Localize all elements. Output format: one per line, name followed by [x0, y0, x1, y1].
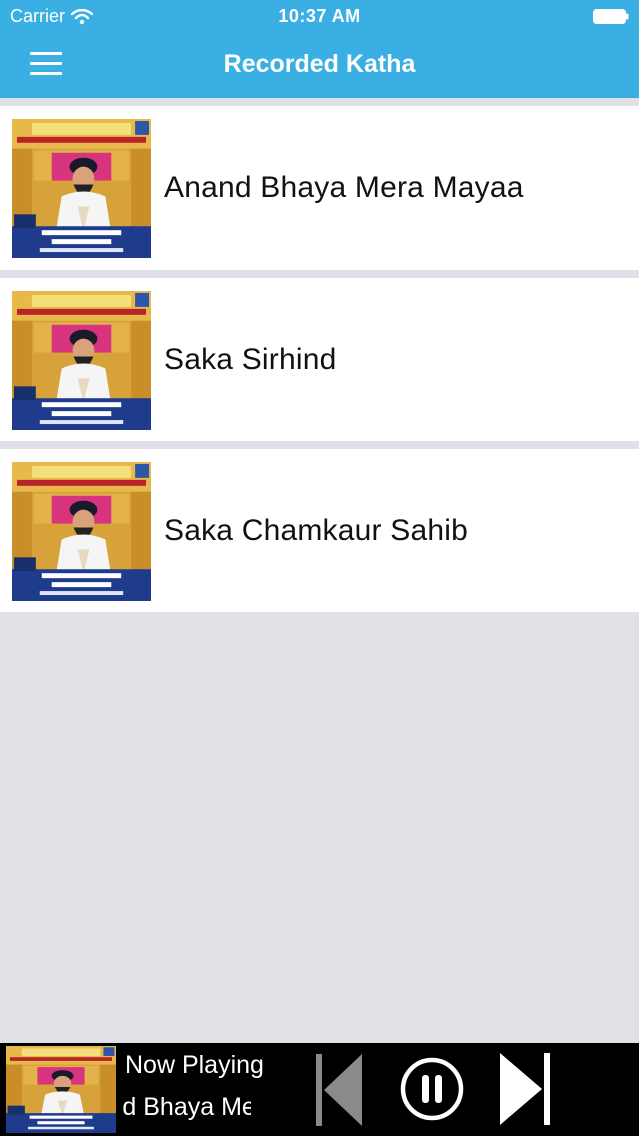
katha-thumbnail	[12, 119, 151, 258]
app-header: Carrier 10:37 AM Recorded Katha	[0, 0, 639, 98]
now-playing-thumbnail	[6, 1046, 116, 1133]
previous-track-icon	[316, 1054, 362, 1126]
page-title: Recorded Katha	[223, 50, 416, 78]
list-item[interactable]: Saka Chamkaur Sahib	[0, 449, 639, 612]
list-item-title: Anand Bhaya Mera Mayaa	[164, 171, 524, 204]
katha-list: Anand Bhaya Mera Mayaa Saka Sirhind Saka…	[0, 106, 639, 620]
next-track-icon	[500, 1053, 550, 1125]
now-playing-track-text: Anand Bhaya Mera Mayaa	[123, 1093, 251, 1121]
now-playing-bar: Now Playing Anand Bhaya Mera Mayaa	[0, 1043, 639, 1136]
battery-icon	[593, 9, 629, 24]
previous-track-button[interactable]	[314, 1052, 366, 1128]
status-time: 10:37 AM	[278, 6, 361, 26]
list-item[interactable]: Saka Sirhind	[0, 278, 639, 441]
now-playing-label: Now Playing	[125, 1051, 264, 1079]
list-item-title: Saka Sirhind	[164, 342, 337, 376]
next-track-button[interactable]	[498, 1049, 554, 1129]
list-item[interactable]: Anand Bhaya Mera Mayaa	[0, 106, 639, 270]
pause-button[interactable]	[399, 1056, 465, 1122]
list-item-title: Saka Chamkaur Sahib	[164, 513, 468, 547]
katha-thumbnail	[12, 291, 151, 430]
pause-icon	[400, 1057, 464, 1121]
katha-thumbnail	[12, 462, 151, 601]
now-playing-track: Anand Bhaya Mera Mayaa	[123, 1093, 251, 1127]
status-bar: Carrier 10:37 AM	[0, 0, 639, 32]
